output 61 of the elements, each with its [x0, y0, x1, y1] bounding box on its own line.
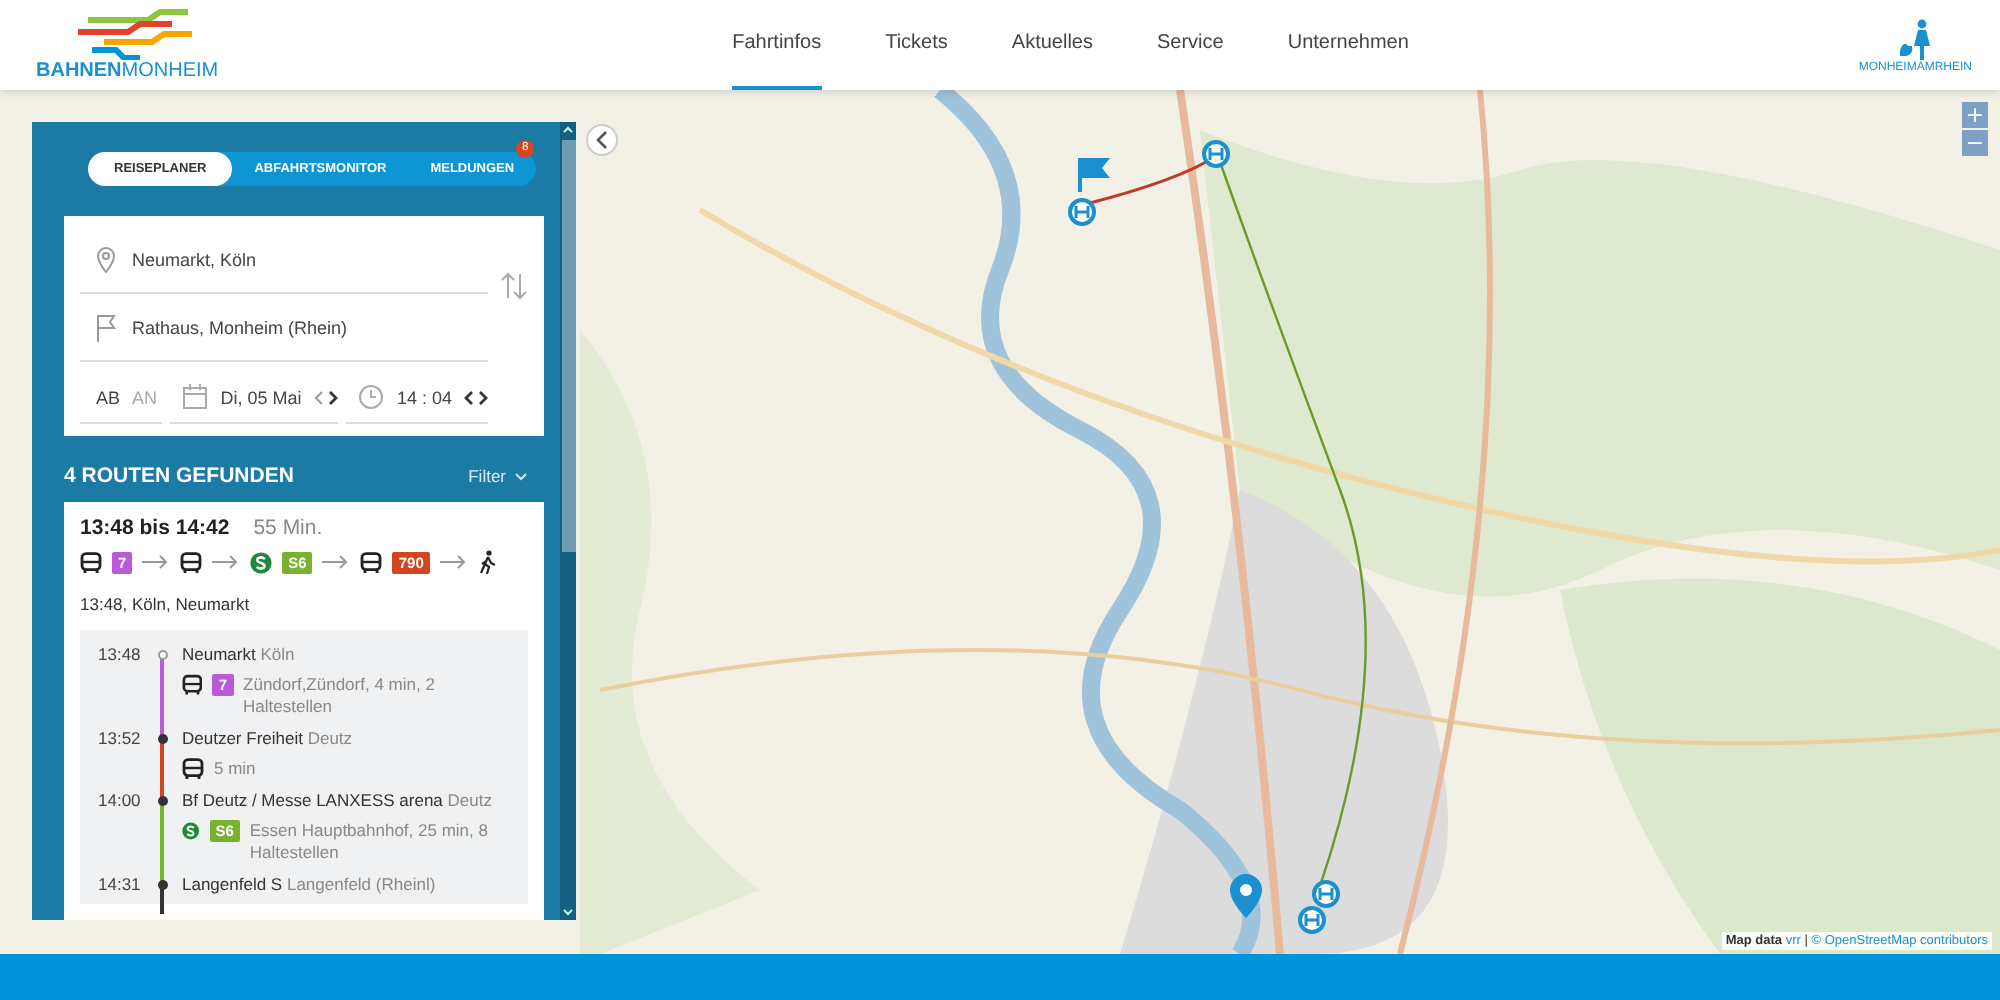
stop-name: Langenfeld S Langenfeld (Rheinl)	[182, 874, 438, 894]
stop-time: 13:48	[98, 644, 142, 668]
chevron-down-icon	[562, 908, 574, 916]
stop-marker-icon[interactable]	[1312, 880, 1340, 908]
bus-icon	[80, 551, 102, 573]
stop-name: Neumarkt Köln	[182, 644, 297, 664]
chevron-up-icon	[562, 126, 574, 134]
scrollbar[interactable]	[560, 122, 576, 920]
bus-icon	[182, 758, 204, 780]
arrow-icon	[142, 554, 171, 570]
s-bahn-icon	[182, 820, 200, 842]
chevron-right-icon[interactable]	[327, 389, 338, 405]
bus-icon	[360, 551, 383, 573]
leg-details: Zündorf,Zündorf, 4 min, 2 Haltestellen	[243, 674, 437, 718]
logo[interactable]: BAHNENMONHEIM	[32, 8, 223, 82]
bus-icon	[180, 551, 203, 573]
nav-link[interactable]: Tickets	[885, 0, 948, 90]
destination-field[interactable]: Rathaus, Monheim (Rhein)	[80, 296, 488, 362]
bus-icon	[182, 674, 203, 696]
stop-time: 13:52	[98, 728, 142, 752]
leg-details: Essen Hauptbahnhof, 25 min, 8 Haltestellen	[249, 820, 490, 864]
figure-with-goose-icon	[1895, 17, 1936, 61]
time-field[interactable]: 14 : 04	[346, 372, 488, 424]
scrollbar-thumb[interactable]	[561, 140, 575, 552]
calendar-icon	[182, 384, 209, 410]
location-pin-icon[interactable]	[1230, 874, 1262, 918]
stop-time: 14:00	[98, 790, 142, 814]
stop-marker-icon[interactable]	[1068, 198, 1096, 226]
stop-marker-icon[interactable]	[1298, 906, 1326, 934]
mode-option[interactable]: AB	[96, 387, 121, 407]
walking-person-icon	[477, 550, 498, 574]
nav-link[interactable]: Unternehmen	[1287, 0, 1409, 90]
arrow-icon	[322, 554, 351, 570]
stop-name: Bf Deutz / Messe LANXESS arena Deutz	[182, 790, 494, 810]
results-heading: 4 ROUTEN GEFUNDEN	[64, 464, 294, 488]
flag-icon	[96, 314, 116, 342]
arrow-icon	[212, 554, 241, 570]
logo-text: BAHNENMONHEIM	[36, 60, 219, 82]
chevron-down-icon	[514, 471, 528, 481]
origin-field[interactable]: Neumarkt, Köln	[80, 228, 488, 294]
stop-name: Deutzer Freiheit Deutz	[182, 728, 355, 748]
chevron-left-icon[interactable]	[464, 389, 474, 405]
arrow-icon	[439, 554, 468, 570]
stop-marker-icon[interactable]	[1202, 140, 1230, 168]
filter-button[interactable]: Filter	[468, 466, 544, 486]
chevron-right-icon[interactable]	[478, 389, 488, 405]
nav-link[interactable]: Service	[1156, 0, 1224, 90]
date-field[interactable]: Di, 05 Mai	[170, 372, 339, 424]
swap-icon[interactable]	[500, 272, 528, 300]
departure-info: 13:48, Köln, Neumarkt	[80, 594, 252, 614]
route-card[interactable]	[64, 502, 544, 920]
nav-link[interactable]: Aktuelles	[1011, 0, 1093, 90]
stop-time: 14:31	[98, 874, 142, 898]
route-times: 13:48 bis 14:42	[80, 516, 230, 540]
s-bahn-icon	[250, 551, 273, 573]
clock-icon	[358, 384, 385, 410]
route-duration: 55 Min.	[253, 516, 323, 540]
chevron-left-icon	[594, 130, 610, 150]
location-pin-icon	[96, 246, 116, 274]
leg-details: 5 min	[214, 758, 256, 780]
flag-icon[interactable]	[1078, 158, 1110, 192]
